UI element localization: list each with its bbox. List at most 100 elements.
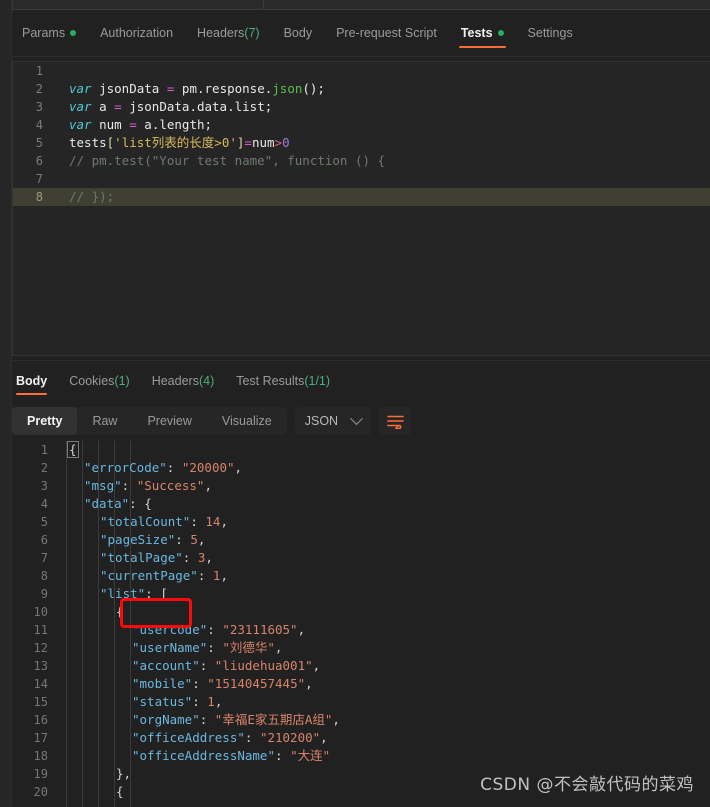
code-token: > bbox=[274, 135, 283, 150]
script-line: 2 var jsonData = pm.response.json(); bbox=[13, 80, 710, 98]
response-view-mode-label: Visualize bbox=[221, 414, 272, 428]
json-string-value: "15140457445" bbox=[207, 676, 306, 691]
request-tab-authorization[interactable]: Authorization bbox=[88, 10, 185, 56]
json-key: "currentPage" bbox=[100, 568, 198, 583]
json-key: "errorCode" bbox=[84, 460, 167, 475]
request-tab-label: Settings bbox=[527, 26, 573, 40]
json-key: "officeAddressName" bbox=[132, 748, 275, 763]
response-body-line-number: 17 bbox=[33, 731, 48, 745]
response-tab-test-results[interactable]: Test Results (1/1) bbox=[225, 361, 341, 401]
code-token: = bbox=[244, 135, 252, 150]
response-body-line-number: 6 bbox=[40, 533, 48, 547]
code-token: = bbox=[129, 117, 137, 132]
response-body-line-number: 14 bbox=[33, 677, 48, 691]
json-string-value: "23111605" bbox=[222, 622, 298, 637]
response-body-line-number: 9 bbox=[40, 587, 48, 601]
json-punctuation: : bbox=[192, 676, 208, 691]
json-punctuation: : bbox=[121, 478, 137, 493]
response-view-mode-label: Preview bbox=[147, 414, 192, 428]
response-body-line-text: "orgName": "幸福E家五期店A组", bbox=[60, 711, 340, 729]
code-token: 'list列表的长度>0' bbox=[114, 135, 237, 150]
response-body-line: 12 "userName": "刘德华", bbox=[12, 639, 710, 657]
code-token: jsonData bbox=[99, 81, 160, 96]
json-punctuation: , bbox=[305, 676, 313, 691]
json-punctuation: , bbox=[320, 730, 328, 745]
json-punctuation: , bbox=[332, 712, 340, 727]
json-punctuation: : bbox=[207, 622, 223, 637]
json-punctuation: , bbox=[204, 478, 212, 493]
response-view-mode-pretty[interactable]: Pretty bbox=[12, 407, 78, 435]
response-body-line: 2 "errorCode": "20000", bbox=[12, 459, 710, 477]
json-punctuation: , bbox=[220, 568, 228, 583]
request-tab-settings[interactable]: Settings bbox=[516, 10, 585, 56]
script-line-number: 6 bbox=[35, 154, 43, 168]
code-token: data bbox=[196, 99, 228, 114]
code-token: (); bbox=[302, 81, 325, 96]
json-punctuation: , bbox=[205, 550, 213, 565]
response-tab-headers[interactable]: Headers (4) bbox=[141, 361, 226, 401]
json-punctuation: : bbox=[244, 730, 260, 745]
code-token: response bbox=[204, 81, 265, 96]
json-punctuation: : [ bbox=[145, 586, 168, 601]
response-tab-label: Cookies bbox=[69, 374, 115, 388]
response-view-mode-preview[interactable]: Preview bbox=[132, 407, 206, 435]
response-body-line-text: "officeAddress": "210200", bbox=[60, 729, 328, 747]
code-token: jsonData bbox=[129, 99, 190, 114]
response-body-line-number: 8 bbox=[40, 569, 48, 583]
response-tab-count: (1) bbox=[114, 374, 130, 388]
script-line-number: 2 bbox=[35, 82, 43, 96]
response-language-select[interactable]: JSON bbox=[294, 407, 372, 435]
tests-script-editor[interactable]: 1 2 var jsonData = pm.response.json(); 3 var… bbox=[12, 61, 710, 356]
json-key: "userName" bbox=[132, 640, 208, 655]
request-section-tabs: Params Authorization Headers (7) Body Pre-re… bbox=[0, 10, 710, 57]
response-body-line-text: "errorCode": "20000", bbox=[60, 459, 242, 477]
script-line-number: 7 bbox=[35, 172, 43, 186]
json-punctuation: }, bbox=[116, 766, 132, 781]
response-body-line-text: "officeAddressName": "大连" bbox=[60, 747, 330, 765]
response-body-line-number: 3 bbox=[40, 479, 48, 493]
code-token: // }); bbox=[69, 189, 115, 204]
json-key: "account" bbox=[132, 658, 200, 673]
response-tab-count: (4) bbox=[198, 374, 215, 388]
response-body-line-number: 19 bbox=[33, 767, 48, 781]
json-punctuation: : bbox=[190, 514, 206, 529]
request-tab-label: Body bbox=[283, 26, 313, 40]
wrap-lines-button[interactable] bbox=[379, 407, 412, 435]
response-body-json-viewer[interactable]: 1{2 "errorCode": "20000", 3 "msg": "Success… bbox=[12, 441, 710, 807]
postman-window: Params Authorization Headers (7) Body Pre-re… bbox=[0, 0, 710, 807]
response-view-mode-visualize[interactable]: Visualize bbox=[207, 407, 287, 435]
script-line: 1 bbox=[13, 62, 710, 80]
script-line-text: var a = jsonData.data.list; bbox=[57, 98, 272, 116]
code-token: = bbox=[114, 99, 122, 114]
wrap-lines-icon bbox=[386, 415, 404, 429]
request-tab-label: Headers bbox=[197, 26, 245, 40]
request-tab-params[interactable]: Params bbox=[12, 10, 88, 56]
json-key: "totalPage" bbox=[100, 550, 183, 565]
response-tab-body[interactable]: Body bbox=[12, 361, 58, 401]
script-line: 8 // }); bbox=[13, 188, 710, 206]
response-body-line: 16 "orgName": "幸福E家五期店A组", bbox=[12, 711, 710, 729]
response-language-value: JSON bbox=[304, 414, 339, 428]
response-body-line-text: "data": { bbox=[60, 495, 152, 513]
response-body-line-number: 10 bbox=[33, 605, 48, 619]
response-body-line-number: 7 bbox=[40, 551, 48, 565]
json-punctuation: : bbox=[199, 712, 215, 727]
code-token: 0 bbox=[282, 135, 290, 150]
code-token: list; bbox=[234, 99, 273, 114]
response-section-tabs: Body Cookies (1) Headers (4) Test Results (… bbox=[0, 361, 710, 401]
response-body-line-text: "account": "liudehua001", bbox=[60, 657, 320, 675]
request-tab-headers[interactable]: Headers (7) bbox=[185, 10, 272, 56]
open-request-tab[interactable] bbox=[12, 0, 264, 10]
response-view-mode-raw[interactable]: Raw bbox=[77, 407, 132, 435]
script-line-text: var num = a.length; bbox=[57, 116, 212, 134]
json-number-value: 1 bbox=[207, 694, 215, 709]
script-line-number: 1 bbox=[35, 64, 43, 78]
request-tab-tests[interactable]: Tests bbox=[449, 10, 516, 56]
request-tab-body[interactable]: Body bbox=[272, 10, 325, 56]
response-tab-cookies[interactable]: Cookies (1) bbox=[58, 361, 140, 401]
json-string-value: "20000" bbox=[181, 460, 235, 475]
code-token: // pm.test("Your test name", function ()… bbox=[69, 153, 386, 168]
response-tab-label: Test Results bbox=[236, 374, 305, 388]
request-tab-pre-request-script[interactable]: Pre-request Script bbox=[324, 10, 449, 56]
